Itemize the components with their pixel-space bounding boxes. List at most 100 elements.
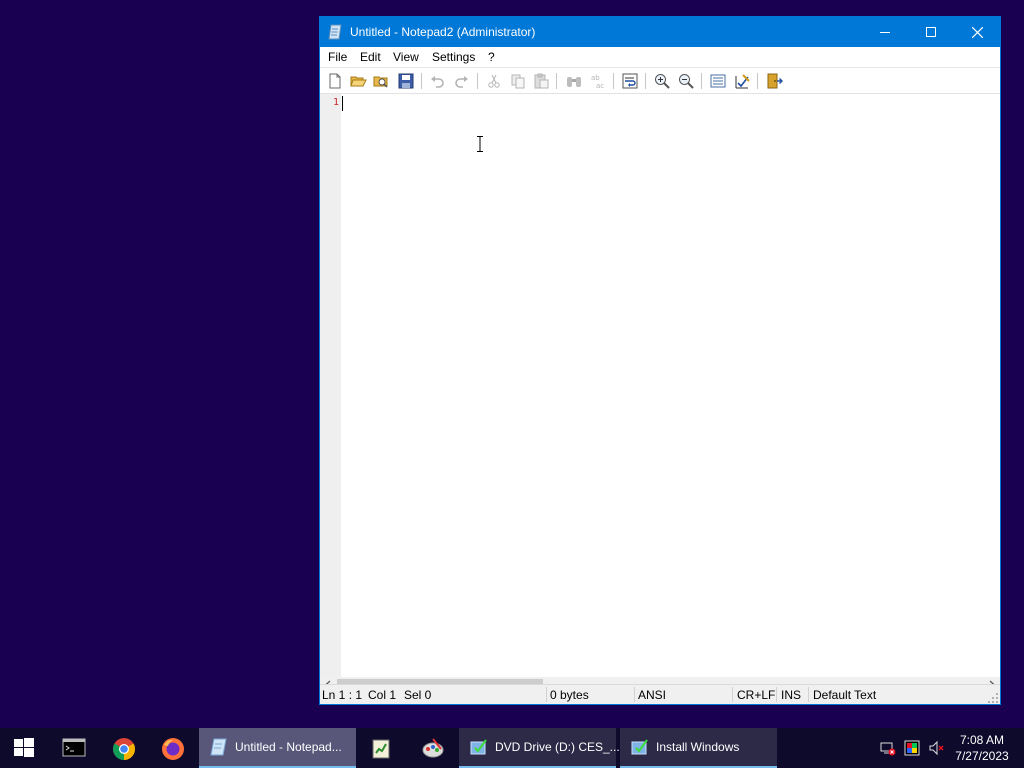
clock-time: 7:08 AM bbox=[959, 733, 1005, 747]
scheme-button[interactable] bbox=[709, 72, 727, 90]
replace-icon: abac bbox=[591, 74, 604, 90]
toolbar-separator bbox=[613, 73, 614, 89]
system-clock[interactable]: 7:08 AM 7/27/2023 bbox=[952, 732, 1012, 764]
minimize-icon bbox=[880, 32, 890, 33]
menu-edit[interactable]: Edit bbox=[360, 50, 381, 64]
status-separator bbox=[732, 687, 733, 702]
close-button[interactable] bbox=[954, 17, 1000, 47]
task-label: Install Windows bbox=[656, 740, 740, 754]
text-area[interactable] bbox=[341, 94, 1000, 677]
line-number: 1 bbox=[332, 97, 339, 108]
svg-text:ac: ac bbox=[596, 82, 604, 90]
status-insert-mode: INS bbox=[781, 688, 802, 702]
minimize-button[interactable] bbox=[862, 17, 908, 47]
undo-icon bbox=[431, 76, 444, 88]
command-prompt-button[interactable] bbox=[62, 737, 86, 759]
cut-button[interactable] bbox=[485, 72, 503, 90]
paint-palette-icon bbox=[422, 738, 444, 758]
zoom-out-button[interactable] bbox=[677, 72, 695, 90]
status-separator bbox=[634, 687, 635, 702]
display-color-icon[interactable] bbox=[904, 740, 920, 756]
zoom-in-button[interactable] bbox=[653, 72, 671, 90]
new-file-icon bbox=[329, 73, 341, 89]
setup-icon bbox=[630, 737, 650, 757]
command-prompt-icon bbox=[62, 738, 86, 757]
window-title: Untitled - Notepad2 (Administrator) bbox=[350, 25, 536, 39]
status-selection: Sel 0 bbox=[404, 688, 432, 702]
binoculars-icon bbox=[567, 77, 581, 87]
clock-date: 7/27/2023 bbox=[955, 749, 1009, 763]
status-line: Ln 1 : 1 bbox=[322, 688, 363, 702]
paint-button[interactable] bbox=[421, 737, 445, 759]
copy-button[interactable] bbox=[509, 72, 527, 90]
toolbar-separator bbox=[421, 73, 422, 89]
redo-icon bbox=[455, 76, 468, 88]
save-button[interactable] bbox=[397, 72, 415, 90]
status-separator bbox=[808, 687, 809, 702]
task-label: DVD Drive (D:) CES_... bbox=[495, 740, 620, 754]
replace-button[interactable]: ab ac bbox=[589, 72, 607, 90]
taskbar: Untitled - Notepad... DVD Drive (D:) CES… bbox=[0, 728, 1024, 768]
editor[interactable]: 1 bbox=[320, 94, 1000, 677]
status-separator bbox=[546, 687, 547, 702]
status-encoding[interactable]: ANSI bbox=[638, 688, 666, 702]
find-button[interactable] bbox=[565, 72, 583, 90]
ibeam-cursor-icon bbox=[476, 136, 484, 152]
toolbar-separator bbox=[757, 73, 758, 89]
toolbar: ab ac bbox=[320, 67, 1000, 94]
word-wrap-button[interactable] bbox=[621, 72, 639, 90]
notepad2-icon bbox=[372, 739, 390, 759]
paste-icon bbox=[534, 73, 549, 89]
menu-bar: File Edit View Settings ? bbox=[320, 47, 1000, 67]
new-button[interactable] bbox=[326, 72, 344, 90]
status-separator bbox=[776, 687, 777, 702]
redo-button[interactable] bbox=[453, 72, 471, 90]
task-notepad[interactable]: Untitled - Notepad... bbox=[199, 728, 356, 768]
toolbar-separator bbox=[477, 73, 478, 89]
scheme-list-icon bbox=[710, 74, 726, 88]
resize-grip-icon[interactable] bbox=[988, 692, 998, 703]
svg-text:ab: ab bbox=[591, 74, 600, 82]
scissors-icon bbox=[488, 74, 500, 88]
firefox-button[interactable] bbox=[161, 737, 185, 760]
zoom-in-icon bbox=[655, 74, 670, 89]
maximize-icon bbox=[926, 27, 936, 37]
undo-button[interactable] bbox=[428, 72, 446, 90]
save-disk-icon bbox=[398, 73, 414, 89]
menu-view[interactable]: View bbox=[393, 50, 419, 64]
status-scheme[interactable]: Default Text bbox=[813, 688, 876, 702]
open-button[interactable] bbox=[349, 72, 367, 90]
notepad-icon bbox=[209, 737, 229, 757]
maximize-button[interactable] bbox=[908, 17, 954, 47]
network-disconnected-icon[interactable] bbox=[880, 740, 896, 756]
text-caret bbox=[342, 96, 343, 111]
notepad2-pinned-button[interactable] bbox=[370, 737, 394, 759]
status-column: Col 1 bbox=[368, 688, 397, 702]
word-wrap-icon bbox=[622, 73, 638, 89]
customize-scheme-button[interactable] bbox=[733, 72, 751, 90]
task-dvd-drive[interactable]: DVD Drive (D:) CES_... bbox=[459, 728, 620, 768]
status-size: 0 bytes bbox=[550, 688, 589, 702]
task-install-windows[interactable]: Install Windows bbox=[620, 728, 777, 768]
paste-button[interactable] bbox=[532, 72, 550, 90]
setup-icon bbox=[469, 737, 489, 757]
exit-door-icon bbox=[767, 73, 783, 89]
toolbar-separator bbox=[556, 73, 557, 89]
windows-logo-icon bbox=[14, 738, 34, 757]
notepad-window: Untitled - Notepad2 (Administrator) File… bbox=[319, 16, 1001, 705]
volume-muted-icon[interactable] bbox=[928, 740, 944, 756]
browse-folder-icon bbox=[373, 76, 388, 88]
status-bar: Ln 1 : 1 Col 1 Sel 0 0 bytes ANSI CR+LF … bbox=[320, 684, 1000, 704]
menu-settings[interactable]: Settings bbox=[432, 50, 475, 64]
menu-file[interactable]: File bbox=[328, 50, 347, 64]
copy-icon bbox=[511, 74, 525, 89]
start-button[interactable] bbox=[13, 737, 37, 759]
browse-button[interactable] bbox=[372, 72, 390, 90]
title-bar[interactable]: Untitled - Notepad2 (Administrator) bbox=[320, 17, 1000, 47]
chrome-button[interactable] bbox=[112, 737, 136, 760]
exit-button[interactable] bbox=[765, 72, 783, 90]
open-folder-icon bbox=[350, 76, 367, 87]
line-number-gutter: 1 bbox=[320, 94, 341, 677]
status-line-endings[interactable]: CR+LF bbox=[737, 688, 775, 702]
menu-help[interactable]: ? bbox=[488, 50, 495, 64]
